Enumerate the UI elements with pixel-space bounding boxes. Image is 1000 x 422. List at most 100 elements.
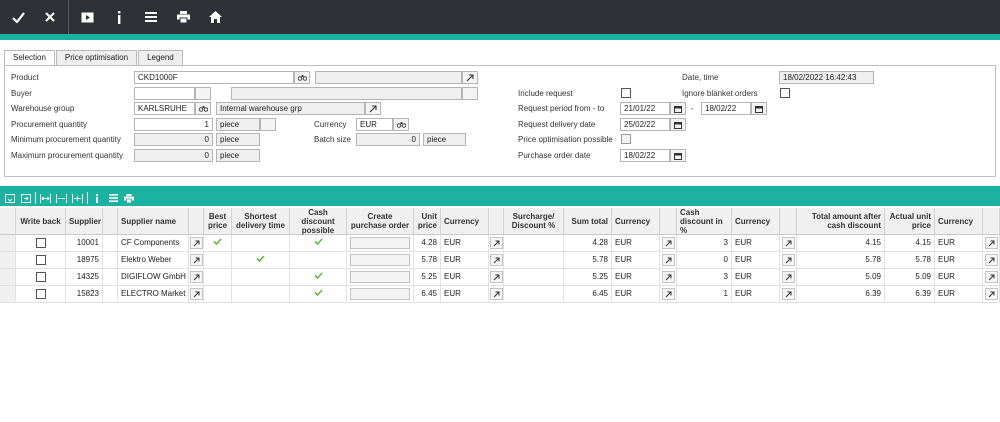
header-currency-3[interactable]: Currency (732, 208, 780, 235)
menu-icon[interactable] (135, 0, 167, 34)
currency-input[interactable]: EUR (356, 118, 393, 131)
request-period-to-input[interactable]: 18/02/22 (701, 102, 751, 115)
info-icon[interactable] (103, 0, 135, 34)
play-icon[interactable] (71, 0, 103, 34)
check-icon[interactable] (2, 0, 34, 34)
warehouse-group-input[interactable]: KARLSRUHE (134, 102, 195, 115)
grid-print-icon[interactable] (123, 192, 135, 204)
table-row[interactable]: 14325 DIGIFLOW GmbH 5.25 EUR 5.25 EUR 3 EUR 5.09… (0, 269, 1000, 286)
currency-goto-button[interactable] (489, 254, 503, 266)
row-selector[interactable] (0, 269, 16, 286)
column-width-icon[interactable] (39, 192, 51, 204)
supplier-goto-button[interactable] (189, 254, 203, 266)
row-selector[interactable] (0, 286, 16, 303)
header-total-after-discount[interactable]: Total amount after cash discount (797, 208, 885, 235)
header-supplier[interactable]: Supplier (66, 208, 103, 235)
product-description (315, 71, 462, 84)
write-back-checkbox[interactable] (35, 272, 46, 282)
currency-search-button[interactable] (393, 118, 409, 131)
request-delivery-input[interactable]: 25/02/22 (620, 118, 670, 131)
shortest-delivery-cell (232, 269, 290, 286)
currency-goto-button[interactable] (661, 288, 675, 300)
request-from-calendar-button[interactable] (670, 102, 686, 115)
product-search-button[interactable] (294, 71, 310, 84)
buyer-search-button[interactable] (195, 87, 211, 100)
currency-goto-button[interactable] (984, 237, 998, 249)
header-actual-unit-price[interactable]: Actual unit price (885, 208, 935, 235)
include-request-checkbox[interactable] (621, 88, 631, 98)
procurement-qty-input[interactable]: 1 (134, 118, 213, 131)
header-write-back[interactable]: Write back (16, 208, 66, 235)
header-surcharge[interactable]: Surcharge/ Discount % (504, 208, 564, 235)
header-cash-discount-pct[interactable]: Cash discount in % (677, 208, 732, 235)
currency-goto-button[interactable] (661, 271, 675, 283)
grid-menu-icon[interactable] (107, 192, 119, 204)
currency-goto-button[interactable] (781, 288, 795, 300)
write-back-checkbox[interactable] (35, 289, 46, 299)
total-after-discount-cell: 6.39 (797, 286, 885, 303)
grid-info-icon[interactable] (91, 192, 103, 204)
cash-discount-cell (290, 252, 347, 269)
create-po-button[interactable] (350, 271, 410, 283)
print-icon[interactable] (167, 0, 199, 34)
create-po-button[interactable] (350, 237, 410, 249)
currency-goto-button[interactable] (661, 254, 675, 266)
supplier-goto-button[interactable] (189, 237, 203, 249)
header-currency-2[interactable]: Currency (612, 208, 660, 235)
currency-goto-button[interactable] (984, 288, 998, 300)
warehouse-goto-button[interactable] (365, 102, 381, 115)
product-input[interactable]: CKD1000F (134, 71, 294, 84)
currency-goto-button[interactable] (489, 288, 503, 300)
currency-goto-button[interactable] (781, 254, 795, 266)
column-auto-icon[interactable] (71, 192, 83, 204)
column-fit-icon[interactable] (55, 192, 67, 204)
create-po-button[interactable] (350, 254, 410, 266)
supplier-goto-button[interactable] (189, 288, 203, 300)
procurement-unit-button[interactable] (260, 118, 276, 131)
purchase-order-date-calendar-button[interactable] (670, 149, 686, 162)
ignore-blanket-checkbox[interactable] (780, 88, 790, 98)
tab-price-optimisation[interactable]: Price optimisation (55, 50, 138, 65)
create-po-button[interactable] (350, 288, 410, 300)
header-currency-4[interactable]: Currency (935, 208, 983, 235)
buyer-goto-button[interactable] (462, 87, 478, 100)
table-row[interactable]: 10001 CF Components 4.28 EUR 4.28 EUR 3 EUR 4.15… (0, 235, 1000, 252)
header-currency-1[interactable]: Currency (441, 208, 489, 235)
request-delivery-calendar-button[interactable] (670, 118, 686, 131)
home-icon[interactable] (199, 0, 231, 34)
buyer-input[interactable] (134, 87, 195, 100)
header-sum-total[interactable]: Sum total (564, 208, 612, 235)
purchase-order-date-input[interactable]: 18/02/22 (620, 149, 670, 162)
currency-goto-button[interactable] (489, 271, 503, 283)
currency-goto-button[interactable] (661, 237, 675, 249)
close-icon[interactable] (34, 0, 66, 34)
currency-goto-button[interactable] (984, 254, 998, 266)
row-selector[interactable] (0, 252, 16, 269)
currency-goto-button[interactable] (781, 271, 795, 283)
table-row[interactable]: 15823 ELECTRO Market 6.45 EUR 6.45 EUR 1 EUR 6.3… (0, 286, 1000, 303)
write-back-checkbox[interactable] (35, 238, 46, 248)
table-row[interactable]: 18975 Elektro Weber 5.78 EUR 5.78 EUR 0 EUR 5.78… (0, 252, 1000, 269)
export-icon[interactable] (20, 192, 32, 204)
row-selector[interactable] (0, 235, 16, 252)
header-best-price[interactable]: Best price (204, 208, 232, 235)
header-create-po[interactable]: Create purchase order (347, 208, 414, 235)
currency-goto-button[interactable] (984, 271, 998, 283)
header-supplier-name[interactable]: Supplier name (118, 208, 189, 235)
header-unit-price[interactable]: Unit price (414, 208, 441, 235)
tab-selection[interactable]: Selection (4, 50, 55, 66)
currency-goto-button[interactable] (489, 237, 503, 249)
arrow-up-right-icon (466, 73, 474, 81)
supplier-goto-button[interactable] (189, 271, 203, 283)
check-icon (213, 235, 222, 251)
write-back-checkbox[interactable] (35, 255, 46, 265)
currency-goto-button[interactable] (781, 237, 795, 249)
request-period-from-input[interactable]: 21/01/22 (620, 102, 670, 115)
tab-legend[interactable]: Legend (138, 50, 183, 65)
header-cash-discount-possible[interactable]: Cash discount possible (290, 208, 347, 235)
header-shortest-delivery[interactable]: Shortest delivery time (232, 208, 290, 235)
warehouse-search-button[interactable] (195, 102, 211, 115)
product-goto-button[interactable] (462, 71, 478, 84)
request-to-calendar-button[interactable] (751, 102, 767, 115)
save-layout-icon[interactable] (4, 192, 16, 204)
